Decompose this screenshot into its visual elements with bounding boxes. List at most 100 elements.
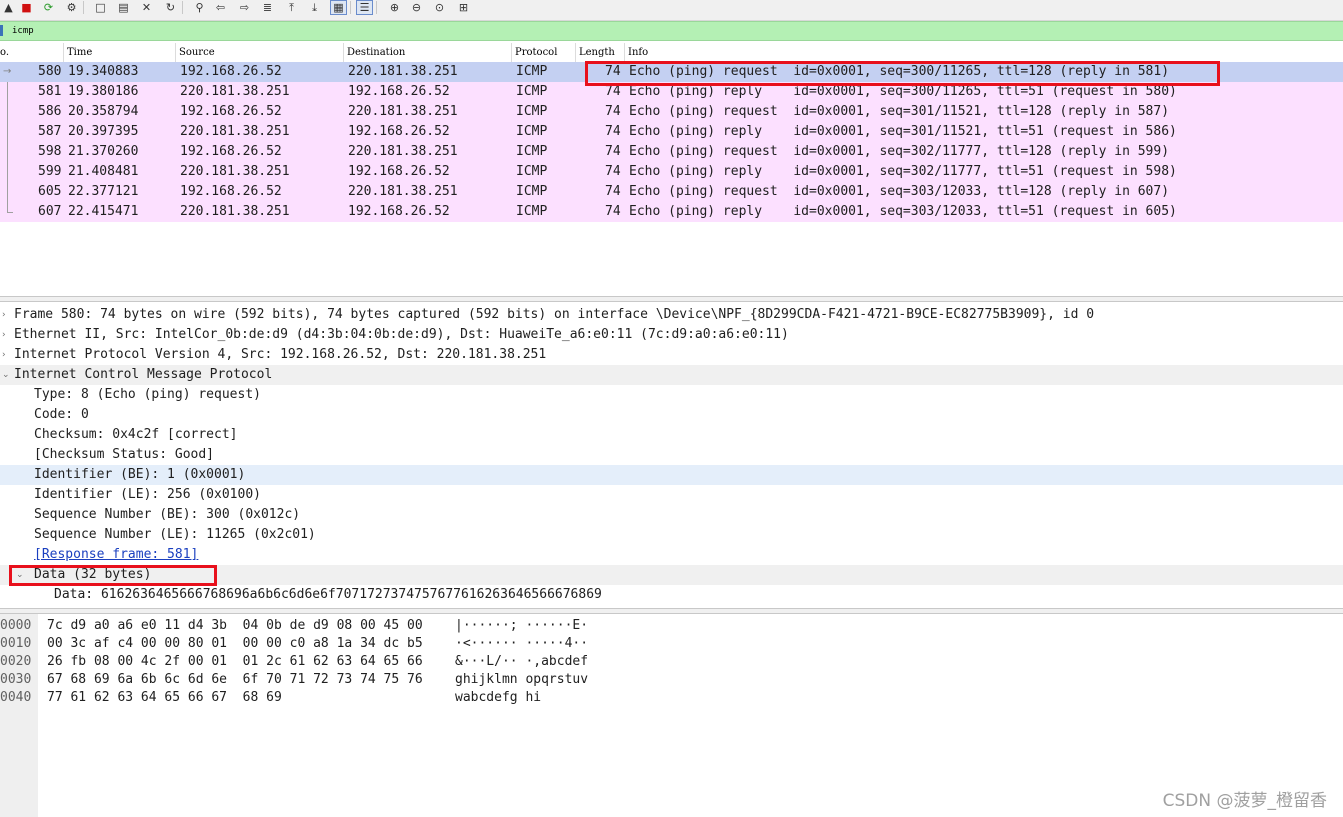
packet-source: 220.181.38.251 <box>180 124 290 139</box>
packet-no: 599 <box>38 164 62 179</box>
zoom-in-icon[interactable]: ⊕ <box>386 0 403 15</box>
packet-info: Echo (ping) reply id=0x0001, seq=303/120… <box>629 204 1177 219</box>
hex-line[interactable]: 0040 77 61 62 63 64 65 66 67 68 69 wabcdef… <box>0 689 700 707</box>
packet-info: Echo (ping) request id=0x0001, seq=303/1… <box>629 184 1170 199</box>
packet-source: 192.168.26.52 <box>180 144 282 159</box>
go-forward-icon[interactable]: ⇨ <box>236 0 253 15</box>
display-filter-input[interactable] <box>12 23 1332 39</box>
packet-destination: 220.181.38.251 <box>348 104 458 119</box>
save-file-icon[interactable]: ▤ <box>115 0 132 15</box>
resize-columns-icon[interactable]: ⊞ <box>455 0 472 15</box>
expand-arrow-icon[interactable]: › <box>2 345 12 365</box>
detail-text: Sequence Number (BE): 300 (0x012c) <box>34 507 301 522</box>
column-header-protocol[interactable]: Protocol <box>512 43 576 62</box>
start-capture-icon[interactable]: ▲ <box>0 0 17 15</box>
pane-splitter-top[interactable] <box>0 296 1343 302</box>
close-file-icon[interactable]: ✕ <box>138 0 155 15</box>
restart-capture-icon[interactable]: ⟳ <box>40 0 57 15</box>
packet-row[interactable]: 599 21.408481 220.181.38.251 192.168.26.52 I… <box>0 162 1343 182</box>
hex-line[interactable]: 0010 00 3c af c4 00 00 80 01 00 00 c0 a8 … <box>0 635 700 653</box>
hex-line[interactable]: 0000 7c d9 a0 a6 e0 11 d4 3b 04 0b de d9 … <box>0 617 700 635</box>
packet-no: 605 <box>38 184 62 199</box>
capture-options-icon[interactable]: ⚙ <box>63 0 80 15</box>
find-packet-icon[interactable]: ⚲ <box>191 0 208 15</box>
detail-field[interactable]: Identifier (BE): 1 (0x0001) <box>0 465 1343 485</box>
detail-field[interactable]: Checksum: 0x4c2f [correct] <box>0 425 1343 445</box>
packet-row[interactable]: 587 20.397395 220.181.38.251 192.168.26.52 I… <box>0 122 1343 142</box>
packet-info: Echo (ping) reply id=0x0001, seq=302/117… <box>629 164 1177 179</box>
detail-field[interactable]: Sequence Number (LE): 11265 (0x2c01) <box>0 525 1343 545</box>
hex-offset: 0040 <box>0 690 32 705</box>
column-header-destination[interactable]: Destination <box>344 43 512 62</box>
detail-field[interactable]: Identifier (LE): 256 (0x0100) <box>0 485 1343 505</box>
detail-protocol-node[interactable]: › Internet Protocol Version 4, Src: 192.1… <box>0 345 1343 365</box>
last-packet-icon[interactable]: ⤓ <box>306 0 323 15</box>
detail-field[interactable]: Sequence Number (BE): 300 (0x012c) <box>0 505 1343 525</box>
packet-protocol: ICMP <box>516 124 548 139</box>
hex-ascii: ·<······ ·····4·· <box>455 636 589 651</box>
column-header-source[interactable]: Source <box>176 43 344 62</box>
packet-destination: 192.168.26.52 <box>348 84 450 99</box>
packet-length: 74 <box>605 144 621 159</box>
detail-protocol-node[interactable]: › Ethernet II, Src: IntelCor_0b:de:d9 (d4… <box>0 325 1343 345</box>
column-header-time[interactable]: Time <box>64 43 176 62</box>
expand-arrow-icon[interactable]: › <box>2 325 12 345</box>
toolbar-separator <box>376 1 377 14</box>
hex-line[interactable]: 0020 26 fb 08 00 4c 2f 00 01 01 2c 61 62 … <box>0 653 700 671</box>
packet-list: → 580 19.340883 192.168.26.52 220.181.38.251… <box>0 62 1343 222</box>
packet-time: 21.408481 <box>68 164 139 179</box>
detail-protocol-node[interactable]: ⌄ Internet Control Message Protocol <box>0 365 1343 385</box>
detail-text: [Checksum Status: Good] <box>34 447 215 462</box>
display-filter-bar <box>0 21 1343 41</box>
packet-length: 74 <box>605 124 621 139</box>
packet-time: 20.397395 <box>68 124 139 139</box>
detail-text: Identifier (BE): 1 (0x0001) <box>34 467 246 482</box>
zoom-out-icon[interactable]: ⊖ <box>408 0 425 15</box>
reload-file-icon[interactable]: ↻ <box>162 0 179 15</box>
packet-source: 220.181.38.251 <box>180 84 290 99</box>
expand-arrow-icon[interactable]: › <box>2 305 12 325</box>
packet-source: 192.168.26.52 <box>180 104 282 119</box>
detail-field[interactable]: Type: 8 (Echo (ping) request) <box>0 385 1343 405</box>
column-header-length[interactable]: Length <box>576 43 625 62</box>
packet-list-header: o. Time Source Destination Protocol Leng… <box>0 43 1343 63</box>
highlight-box-info <box>585 61 1220 86</box>
normal-size-icon[interactable]: ⊙ <box>431 0 448 15</box>
detail-protocol-node[interactable]: › Frame 580: 74 bytes on wire (592 bits),… <box>0 305 1343 325</box>
open-file-icon[interactable]: □ <box>92 0 109 15</box>
hex-line[interactable]: 0030 67 68 69 6a 6b 6c 6d 6e 6f 70 71 72 … <box>0 671 700 689</box>
packet-protocol: ICMP <box>516 204 548 219</box>
related-packet-line-icon <box>3 182 13 202</box>
packet-row[interactable]: 607 22.415471 220.181.38.251 192.168.26.52 I… <box>0 202 1343 222</box>
first-packet-icon[interactable]: ⤒ <box>283 0 300 15</box>
related-packet-line-icon <box>3 102 13 122</box>
packet-protocol: ICMP <box>516 164 548 179</box>
column-header-info[interactable]: Info <box>625 43 1343 62</box>
detail-field[interactable]: Data: 6162636465666768696a6b6c6d6e6f7071… <box>0 585 1343 605</box>
response-frame-link[interactable]: [Response frame: 581] <box>34 545 198 565</box>
packet-source: 220.181.38.251 <box>180 164 290 179</box>
go-back-icon[interactable]: ⇦ <box>212 0 229 15</box>
packet-row[interactable]: 605 22.377121 192.168.26.52 220.181.38.251 I… <box>0 182 1343 202</box>
packet-row[interactable]: 598 21.370260 192.168.26.52 220.181.38.251 I… <box>0 142 1343 162</box>
go-to-packet-icon[interactable]: ≣ <box>259 0 276 15</box>
hex-offset: 0030 <box>0 672 32 687</box>
detail-field[interactable]: [Checksum Status: Good] <box>0 445 1343 465</box>
stop-capture-icon[interactable]: ■ <box>18 0 35 15</box>
detail-field[interactable]: [Response frame: 581] <box>0 545 1343 565</box>
filter-bookmark-icon[interactable] <box>0 25 3 36</box>
packet-no: 586 <box>38 104 62 119</box>
packet-row[interactable]: 586 20.358794 192.168.26.52 220.181.38.251 I… <box>0 102 1343 122</box>
packet-time: 22.415471 <box>68 204 139 219</box>
related-packet-line-icon <box>3 122 13 142</box>
hex-offset: 0010 <box>0 636 32 651</box>
colorize-icon[interactable]: ☰ <box>356 0 373 15</box>
column-header-no[interactable]: o. <box>0 43 64 62</box>
detail-field[interactable]: Code: 0 <box>0 405 1343 425</box>
collapse-arrow-icon[interactable]: ⌄ <box>2 365 12 385</box>
packet-info: Echo (ping) request id=0x0001, seq=301/1… <box>629 104 1170 119</box>
detail-text: Checksum: 0x4c2f [correct] <box>34 427 238 442</box>
hex-ascii: wabcdefg hi <box>455 690 542 705</box>
packet-length: 74 <box>605 164 621 179</box>
autoscroll-icon[interactable]: ▦ <box>330 0 347 15</box>
